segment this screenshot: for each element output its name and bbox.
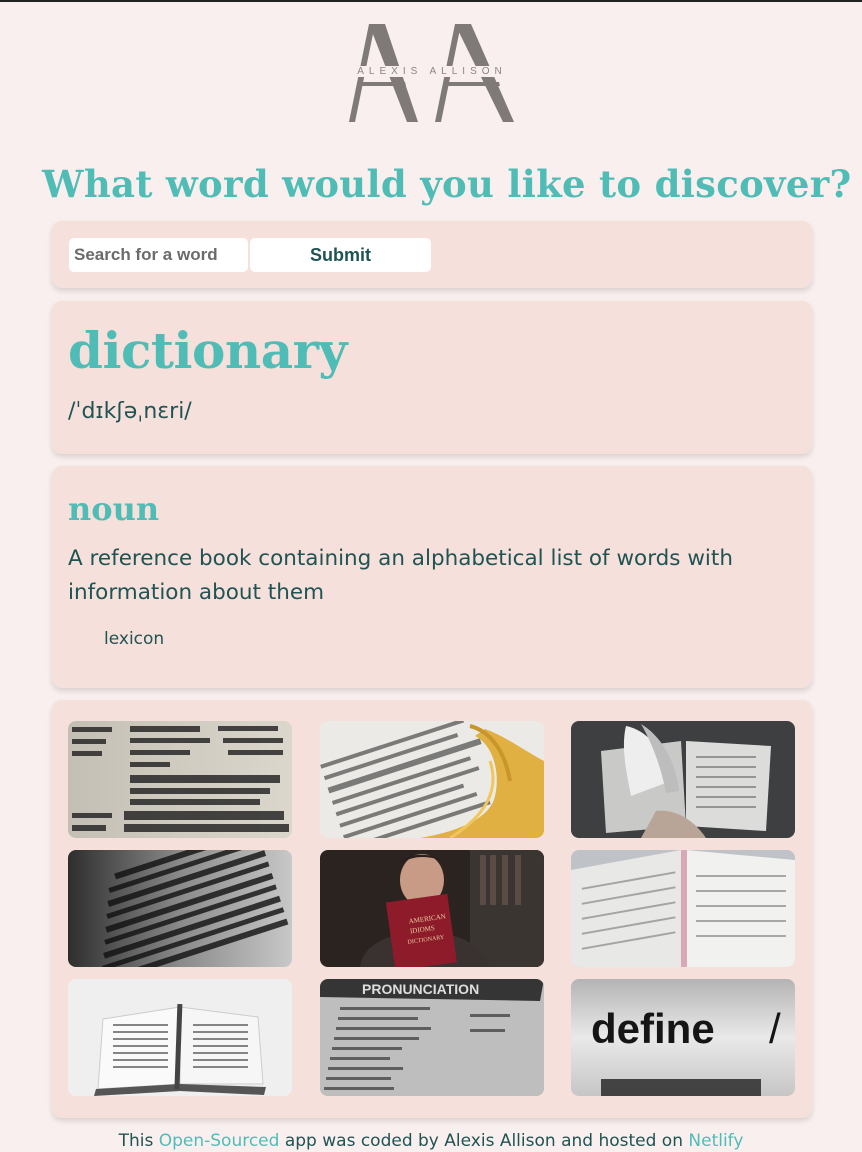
submit-button[interactable]: Submit	[250, 238, 431, 272]
page-footer: This Open-Sourced app was coded by Alexi…	[118, 1131, 744, 1151]
meaning-card: noun A reference book containing an alph…	[52, 466, 812, 688]
image-gallery: AMERICAN IDIOMS DICTIONARY PRONUNCIATION…	[52, 700, 812, 1118]
open-source-link[interactable]: Open-Sourced	[159, 1131, 280, 1151]
phonetic-text: /ˈdɪkʃəˌnɛri/	[68, 399, 192, 424]
search-form: Submit	[52, 221, 812, 288]
gallery-photo[interactable]	[68, 850, 292, 967]
site-logo[interactable]: ALEXIS ALLISON	[345, 22, 519, 126]
word-title: dictionary	[68, 321, 347, 380]
define-text: define	[591, 1005, 715, 1052]
gallery-photo[interactable]	[320, 721, 544, 838]
svg-text:/: /	[769, 1005, 781, 1052]
gallery-photo[interactable]: PRONUNCIATION	[320, 979, 544, 1096]
synonym-text: lexicon	[104, 629, 165, 649]
gallery-photo[interactable]	[68, 979, 292, 1096]
gallery-photo[interactable]	[68, 721, 292, 838]
gallery-photo[interactable]: AMERICAN IDIOMS DICTIONARY	[320, 850, 544, 967]
search-input[interactable]	[69, 238, 248, 272]
gallery-photo[interactable]	[571, 721, 795, 838]
word-header-card: dictionary /ˈdɪkʃəˌnɛri/	[52, 301, 812, 454]
gallery-photo[interactable]	[571, 850, 795, 967]
netlify-link[interactable]: Netlify	[688, 1131, 743, 1151]
part-of-speech: noun	[68, 490, 160, 528]
logo-text: ALEXIS ALLISON	[355, 66, 509, 77]
page-title: What word would you like to discover?	[42, 162, 852, 206]
definition-text: A reference book containing an alphabeti…	[68, 546, 733, 605]
gallery-photo[interactable]: define /	[571, 979, 795, 1096]
